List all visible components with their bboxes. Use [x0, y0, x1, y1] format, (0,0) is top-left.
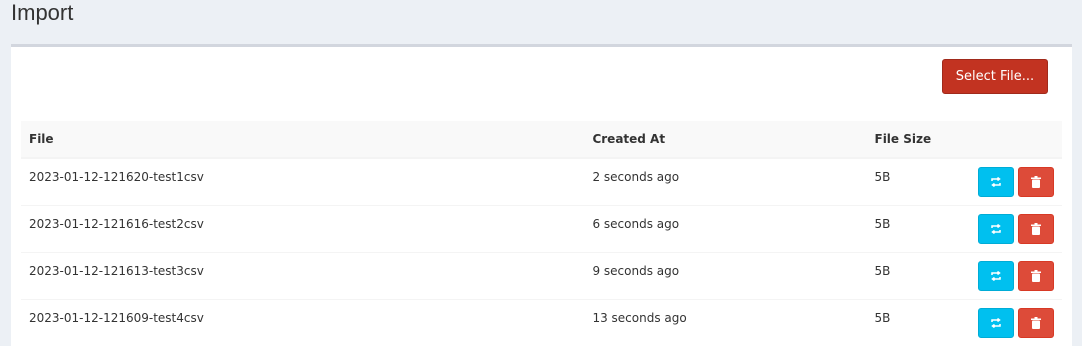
trash-icon [1031, 222, 1041, 235]
table-row: 2023-01-12-121616-test2csv 6 seconds ago… [21, 205, 1062, 252]
trash-icon [1031, 316, 1041, 329]
table-row: 2023-01-12-121613-test3csv 9 seconds ago… [21, 252, 1062, 299]
file-size-cell: 5B [874, 170, 891, 184]
row-actions [966, 158, 1062, 205]
row-actions [966, 299, 1062, 346]
delete-button[interactable] [1018, 260, 1054, 291]
delete-button[interactable] [1018, 213, 1054, 244]
trash-icon [1031, 269, 1041, 282]
created-at-cell: 9 seconds ago [592, 263, 680, 278]
import-panel: Select File... File Created At File Size… [11, 44, 1072, 346]
table-row: 2023-01-12-121620-test1csv 2 seconds ago… [21, 158, 1062, 205]
reimport-button[interactable] [978, 167, 1014, 197]
file-name-cell: 2023-01-12-121613-test3csv [29, 263, 204, 278]
file-size-cell: 5B [874, 216, 891, 231]
refresh-arrows-icon [991, 177, 1001, 187]
column-header-file[interactable]: File [21, 121, 585, 159]
reimport-button[interactable] [978, 213, 1014, 244]
page-title: Import [11, 0, 74, 25]
table-row: 2023-01-12-121609-test4csv 13 seconds ag… [21, 299, 1062, 346]
refresh-arrows-icon [991, 223, 1001, 234]
column-header-created-at[interactable]: Created At [584, 121, 867, 159]
column-header-file-size[interactable]: File Size [866, 121, 966, 159]
reimport-button[interactable] [978, 307, 1014, 338]
refresh-arrows-icon [991, 317, 1001, 328]
file-size-cell: 5B [874, 263, 891, 278]
reimport-button[interactable] [978, 260, 1014, 291]
row-actions [966, 252, 1062, 299]
column-header-actions [966, 121, 1062, 159]
delete-button[interactable] [1018, 307, 1054, 338]
created-at-cell: 13 seconds ago [592, 310, 687, 325]
refresh-arrows-icon [991, 270, 1001, 281]
created-at-cell: 6 seconds ago [592, 216, 680, 231]
table-header-row: File Created At File Size [21, 121, 1062, 159]
import-files-table: File Created At File Size 2023-01-12-121… [21, 121, 1062, 346]
file-name-cell: 2023-01-12-121616-test2csv [29, 216, 204, 231]
file-size-cell: 5B [874, 310, 891, 325]
created-at-cell: 2 seconds ago [592, 170, 680, 184]
row-actions [966, 205, 1062, 252]
file-name-cell: 2023-01-12-121609-test4csv [29, 310, 204, 325]
delete-button[interactable] [1018, 167, 1054, 197]
select-file-button[interactable]: Select File... [942, 59, 1048, 94]
file-name-cell: 2023-01-12-121620-test1csv [29, 170, 204, 184]
trash-icon [1031, 176, 1041, 188]
